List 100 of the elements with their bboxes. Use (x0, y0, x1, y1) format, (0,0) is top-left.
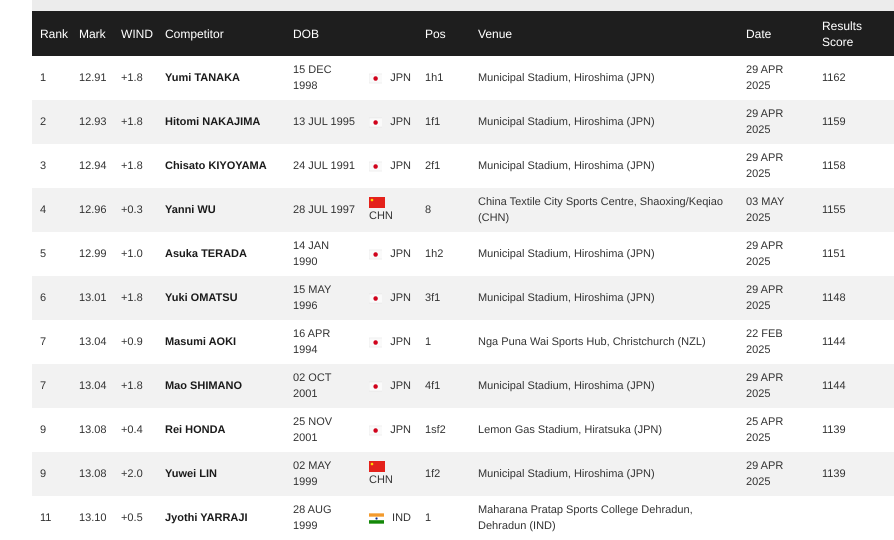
column-header: DOB (285, 11, 361, 56)
country-code: JPN (390, 71, 411, 86)
mark-text: 13.04 (79, 336, 107, 348)
flag-icon (369, 248, 382, 260)
country-code: CHN (369, 208, 393, 224)
date-text: 29 APR 2025 (746, 372, 784, 400)
venue-text: Municipal Stadium, Hiroshima (JPN) (478, 72, 655, 84)
rank-text: 1 (40, 72, 46, 84)
date-text: 29 APR 2025 (746, 108, 784, 136)
score-text: 1162 (822, 72, 846, 84)
date-text: 22 FEB 2025 (746, 328, 783, 356)
country-code: JPN (390, 335, 411, 350)
mark-text: 12.93 (79, 116, 107, 128)
score-text: 1155 (822, 204, 846, 216)
mark-text: 13.08 (79, 468, 107, 480)
wind-text: +0.3 (121, 204, 143, 216)
venue-text: China Textile City Sports Centre, Shaoxing/Keqiao (CHN) (478, 196, 723, 224)
venue-text: Municipal Stadium, Hiroshima (JPN) (478, 160, 655, 172)
rank-text: 7 (40, 380, 46, 392)
score-text: 1148 (822, 292, 846, 304)
flag-icon (369, 196, 385, 208)
score-text: 1158 (822, 160, 846, 172)
date-text: 03 MAY 2025 (746, 196, 784, 224)
flag-icon (369, 380, 382, 392)
dob-text: 02 MAY 1999 (293, 460, 332, 488)
wind-text: +1.8 (121, 380, 143, 392)
competitor-name: Yuki OMATSU (165, 292, 238, 304)
wind-text: +1.8 (121, 160, 143, 172)
country-code: JPN (390, 247, 411, 262)
venue-text: Municipal Stadium, Hiroshima (JPN) (478, 116, 655, 128)
wind-text: +2.0 (121, 468, 143, 480)
position-text: 1 (425, 336, 432, 348)
dob-text: 02 OCT 2001 (293, 372, 332, 400)
position-text: 1f1 (425, 116, 440, 128)
score-text: 1151 (822, 248, 846, 260)
country-code: IND (392, 511, 411, 526)
competitor-name: Yanni WU (165, 204, 216, 216)
column-header: Venue (470, 11, 738, 56)
column-header: Pos (417, 11, 470, 56)
position-text: 1h2 (425, 248, 444, 260)
dob-text: 25 NOV 2001 (293, 416, 332, 444)
position-text: 1h1 (425, 72, 444, 84)
dob-text: 24 JUL 1991 (293, 160, 355, 172)
flag-icon (369, 512, 384, 524)
position-text: 1sf2 (425, 424, 446, 436)
rank-text: 2 (40, 116, 46, 128)
wind-text: +0.4 (121, 424, 143, 436)
flag-icon (369, 460, 385, 472)
position-text: 1f2 (425, 468, 440, 480)
mark-text: 13.04 (79, 380, 107, 392)
date-text: 29 APR 2025 (746, 240, 784, 268)
venue-text: Municipal Stadium, Hiroshima (JPN) (478, 248, 655, 260)
mark-text: 12.99 (79, 248, 107, 260)
flag-icon (369, 424, 382, 436)
venue-text: Municipal Stadium, Hiroshima (JPN) (478, 380, 655, 392)
mark-text: 12.94 (79, 160, 107, 172)
position-text: 3f1 (425, 292, 440, 304)
competitor-name: Yuwei LIN (165, 468, 217, 480)
flag-icon (369, 116, 382, 128)
flag-icon (369, 72, 382, 84)
position-text: 4f1 (425, 380, 440, 392)
rank-text: 9 (40, 424, 46, 436)
rank-text: 4 (40, 204, 46, 216)
date-text: 29 APR 2025 (746, 64, 784, 92)
country-code: JPN (390, 291, 411, 306)
flag-icon (369, 336, 382, 348)
dob-text: 28 JUL 1997 (293, 204, 355, 216)
score-text: 1159 (822, 116, 846, 128)
mark-text: 13.08 (79, 424, 107, 436)
country-code: JPN (390, 379, 411, 394)
position-text: 1 (425, 512, 432, 524)
column-header: Date (738, 11, 814, 56)
column-header: Results Score (814, 11, 894, 56)
country-code: JPN (390, 159, 411, 174)
dob-text: 15 DEC 1998 (293, 64, 332, 92)
rank-text: 5 (40, 248, 46, 260)
competitor-name: Chisato KIYOYAMA (165, 160, 267, 172)
column-header: Competitor (157, 11, 285, 56)
mark-text: 12.91 (79, 72, 107, 84)
competitor-name: Masumi AOKI (165, 336, 236, 348)
date-text: 25 APR 2025 (746, 416, 784, 444)
dob-text: 13 JUL 1995 (293, 116, 355, 128)
competitor-name: Mao SHIMANO (165, 380, 242, 392)
dob-text: 28 AUG 1999 (293, 504, 332, 532)
competitor-name: Jyothi YARRAJI (165, 512, 248, 524)
rank-text: 9 (40, 468, 46, 480)
country-code: JPN (390, 423, 411, 438)
venue-text: Lemon Gas Stadium, Hiratsuka (JPN) (478, 424, 662, 436)
position-text: 8 (425, 204, 432, 216)
score-text: 1139 (822, 468, 846, 480)
date-text: 29 APR 2025 (746, 152, 784, 180)
flag-icon (369, 292, 382, 304)
competitor-name: Rei HONDA (165, 424, 226, 436)
score-text: 1139 (822, 424, 846, 436)
wind-text: +1.0 (121, 248, 143, 260)
dob-text: 16 APR 1994 (293, 328, 330, 356)
column-header: Rank (32, 11, 71, 56)
country-code: CHN (369, 472, 393, 488)
wind-text: +1.8 (121, 72, 143, 84)
wind-text: +0.9 (121, 336, 143, 348)
